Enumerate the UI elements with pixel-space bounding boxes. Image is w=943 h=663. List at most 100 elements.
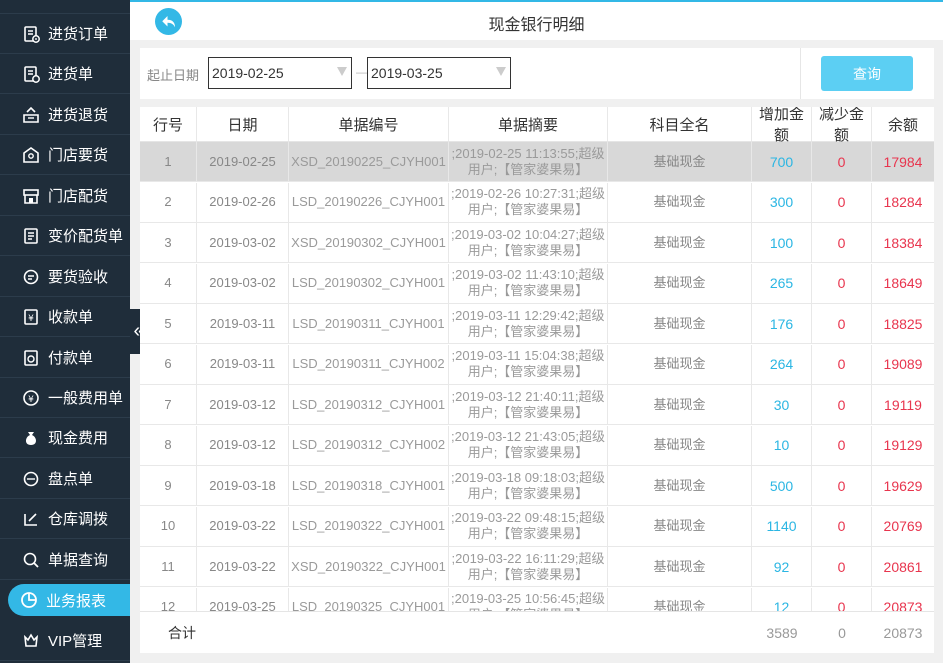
table-row[interactable]: 4 2019-03-02 LSD_20190302_CJYH001 ;2019-03-… [140,263,934,304]
sidebar-item-label: 单据查询 [48,552,109,569]
sidebar-item-pie-chart[interactable]: 业务报表 [0,580,130,620]
cell-row-no: 1 [140,142,197,181]
receipt-icon: ¥ [22,308,40,326]
cell-date: 2019-03-22 [197,506,289,546]
column-header-decrease-amount[interactable]: 减少金额 [812,107,872,144]
cell-doc-code: LSD_20190302_CJYH001 [289,263,449,303]
sidebar-item-price-change[interactable]: 变价配货单 [0,216,130,256]
cell-date: 2019-03-12 [197,425,289,465]
sidebar-item-label: 仓库调拨 [48,511,109,528]
table-row[interactable]: 6 2019-03-11 LSD_20190311_CJYH002 ;2019-03-… [140,344,934,385]
cell-doc-summary: ;2019-03-12 21:40:11;超级用户;【管家婆果易】 [449,385,608,424]
sidebar-item-partial[interactable] [0,0,130,14]
cell-account-name: 基础现金 [608,182,752,222]
table-row[interactable]: 2 2019-02-26 LSD_20190226_CJYH001 ;2019-02-… [140,182,934,223]
cell-decrease-amount: 0 [812,304,872,343]
table-row[interactable]: 3 2019-03-02 XSD_20190302_CJYH001 ;2019-03-… [140,223,934,263]
cell-decrease-amount: 0 [812,466,872,505]
column-header-account-name[interactable]: 科目全名 [608,107,752,141]
store-request-icon [22,146,40,164]
column-header-doc-code[interactable]: 单据编号 [289,107,449,141]
decrease-total: 0 [838,625,846,641]
cell-account-name: 基础现金 [608,506,752,546]
table-row[interactable]: 5 2019-03-11 LSD_20190311_CJYH001 ;2019-03-… [140,304,934,344]
cell-date: 2019-03-02 [197,223,289,262]
cell-balance: 19129 [883,437,923,453]
cell-doc-code: LSD_20190322_CJYH001 [289,506,449,546]
table-row[interactable]: 11 2019-03-22 XSD_20190322_CJYH001 ;2019-03… [140,547,934,587]
end-date-picker[interactable]: 2019-03-25 [367,57,511,89]
table-row[interactable]: 1 2019-02-25 XSD_20190225_CJYH001 ;2019-02-… [140,142,934,182]
sidebar-item-purchase-note[interactable]: 进货单 [0,54,130,94]
acceptance-icon [22,268,40,286]
cell-doc-summary: ;2019-03-22 16:11:29;超级用户;【管家婆果易】 [449,547,608,586]
cell-date: 2019-02-26 [197,182,289,222]
pie-chart-icon [20,591,38,609]
start-date-picker[interactable]: 2019-02-25 [208,57,352,89]
table-body[interactable]: 1 2019-02-25 XSD_20190225_CJYH001 ;2019-02-… [140,142,934,611]
sidebar-item-transfer[interactable]: 仓库调拨 [0,499,130,539]
sidebar-item-label: 付款单 [48,350,94,367]
column-header-increase-amount[interactable]: 增加金额 [752,107,812,144]
sidebar-item-cash-bag[interactable]: 现金费用 [0,418,130,458]
sidebar-item-store-distribution[interactable]: 门店配货 [0,176,130,216]
sidebar-item-inventory[interactable]: 盘点单 [0,459,130,499]
sidebar-item-receipt[interactable]: ¥ 收款单 [0,297,130,337]
sidebar-item-label: 业务报表 [46,592,107,610]
column-header-balance[interactable]: 余额 [872,107,934,141]
cell-account-name: 基础现金 [608,344,752,384]
svg-text:¥: ¥ [28,314,34,324]
sidebar-item-purchase-order[interactable]: 进货订单 [0,14,130,54]
sidebar-item-label: 门店要货 [48,147,109,164]
sidebar-item-expense[interactable]: ¥ 一般费用单 [0,378,130,418]
price-change-icon [22,227,40,245]
table-row[interactable]: 12 2019-03-25 LSD_20190325_CJYH001 ;2019-03… [140,587,934,611]
column-header-date[interactable]: 日期 [197,107,289,141]
cell-row-no: 8 [140,425,197,465]
cell-row-no: 9 [140,466,197,505]
sidebar-item-doc-search[interactable]: 单据查询 [0,540,130,580]
cell-decrease-amount: 0 [812,385,872,424]
cell-increase-amount: 30 [752,385,812,424]
cell-account-name: 基础现金 [608,547,752,586]
cell-doc-code: LSD_20190312_CJYH001 [289,385,449,424]
table-header: 行号 日期 单据编号 单据摘要 科目全名 增加金额 减少金额 余额 [140,107,934,144]
column-header-row-no[interactable]: 行号 [140,107,197,141]
cash-bank-detail-table: 行号 日期 单据编号 单据摘要 科目全名 增加金额 减少金额 余额 1 2019-02-25 XS… [140,107,934,611]
increase-total: 3589 [766,625,798,641]
cell-row-no: 12 [140,587,197,611]
table-row[interactable]: 9 2019-03-18 LSD_20190318_CJYH001 ;2019-03-… [140,466,934,506]
column-header-doc-summary[interactable]: 单据摘要 [449,107,608,141]
cell-doc-summary: ;2019-03-25 10:56:45;超级用户;【管家婆果易】 [449,587,608,611]
sidebar-item-label: 进货单 [48,66,94,83]
purchase-order-icon [22,25,40,43]
cell-row-no: 2 [140,182,197,222]
cell-decrease-amount: 0 [812,425,872,465]
cell-date: 2019-03-11 [197,344,289,384]
sidebar-item-vip[interactable]: VIP管理 [0,621,130,661]
sidebar-item-acceptance[interactable]: 要货验收 [0,257,130,297]
sidebar-item-label: 盘点单 [48,471,94,488]
cell-balance: 18649 [883,275,923,291]
sidebar-item-payment[interactable]: 付款单 [0,338,130,378]
cell-balance: 19629 [883,477,923,494]
sidebar-item-label: 进货订单 [48,26,109,43]
cell-doc-summary: ;2019-03-22 09:48:15;超级用户;【管家婆果易】 [449,506,608,546]
divider [800,48,801,99]
cell-balance: 19089 [883,356,923,372]
sidebar-item-store-request[interactable]: 门店要货 [0,135,130,175]
table-row[interactable]: 7 2019-03-12 LSD_20190312_CJYH001 ;2019-03-… [140,385,934,425]
cell-doc-code: LSD_20190226_CJYH001 [289,182,449,222]
cell-increase-amount: 500 [752,466,812,505]
cell-account-name: 基础现金 [608,223,752,262]
table-row[interactable]: 10 2019-03-22 LSD_20190322_CJYH001 ;2019-03… [140,506,934,547]
dropdown-caret-icon [496,67,506,76]
cell-increase-amount: 265 [752,263,812,303]
cell-doc-summary: ;2019-03-02 10:04:27;超级用户;【管家婆果易】 [449,223,608,262]
table-row[interactable]: 8 2019-03-12 LSD_20190312_CJYH002 ;2019-03-… [140,425,934,466]
query-button[interactable]: 查询 [821,56,913,91]
date-filter-bar: 起止日期 2019-02-25 — 2019-03-25 查询 [140,48,934,99]
cell-balance: 18825 [883,315,923,332]
cell-decrease-amount: 0 [812,142,872,181]
sidebar-item-purchase-return[interactable]: 进货退货 [0,95,130,135]
